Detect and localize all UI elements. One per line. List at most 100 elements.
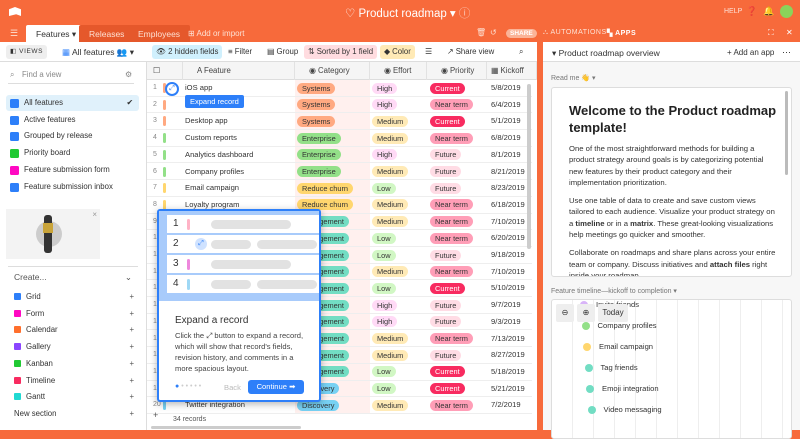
back-button[interactable]: Back — [224, 383, 241, 392]
continue-button[interactable]: Continue ➡ — [248, 380, 304, 394]
column-priority[interactable]: ◉ Priority — [427, 62, 487, 80]
readme-scrollbar[interactable] — [785, 91, 788, 175]
kickoff-cell[interactable]: 8/27/2019 — [491, 347, 525, 363]
effort-cell[interactable]: High — [372, 314, 398, 330]
priority-cell[interactable]: Future — [430, 347, 462, 363]
timeline-item[interactable]: Email campaign — [583, 341, 653, 353]
add-record-button[interactable]: + — [153, 410, 158, 420]
category-cell[interactable]: Enterprise — [297, 147, 341, 163]
create-view-grid[interactable]: Grid + — [14, 290, 134, 304]
more-icon[interactable]: ⋯ — [782, 47, 791, 58]
share-view-button[interactable]: ↗ Share view — [443, 45, 498, 59]
priority-cell[interactable]: Future — [430, 247, 462, 263]
effort-cell[interactable]: Low — [372, 180, 396, 196]
color-button[interactable]: ◆ Color — [380, 45, 415, 59]
kickoff-cell[interactable]: 5/21/2019 — [491, 381, 525, 397]
effort-cell[interactable]: Low — [372, 230, 396, 246]
priority-cell[interactable]: Near term — [430, 397, 473, 413]
effort-cell[interactable]: Medium — [372, 331, 409, 347]
column-category[interactable]: ◉ Category — [295, 62, 370, 80]
add-import-button[interactable]: ⊞ Add or import — [188, 29, 245, 38]
priority-cell[interactable]: Future — [430, 180, 462, 196]
create-view-gantt[interactable]: Gantt + — [14, 390, 134, 404]
feature-cell[interactable]: Desktop app — [185, 113, 293, 129]
effort-cell[interactable]: Medium — [372, 164, 409, 180]
priority-cell[interactable]: Near term — [430, 214, 473, 230]
timeline-item[interactable]: Tag friends — [584, 362, 638, 374]
effort-cell[interactable]: Medium — [372, 130, 409, 146]
kickoff-cell[interactable]: 6/18/2019 — [491, 197, 525, 213]
sidebar-view-item[interactable]: Priority board — [6, 145, 139, 161]
vertical-scrollbar[interactable] — [527, 84, 531, 249]
view-switcher[interactable]: ▦ All features 👥 ▾ — [58, 45, 138, 59]
tab-employees[interactable]: Employees — [128, 25, 191, 43]
priority-cell[interactable]: Future — [430, 164, 462, 180]
effort-cell[interactable]: High — [372, 147, 398, 163]
share-button[interactable]: SHARE — [506, 29, 537, 38]
expand-record-icon[interactable]: ⤢ — [165, 82, 179, 96]
help-icon[interactable]: ❓ — [746, 6, 757, 17]
sidebar-view-item[interactable]: All features ✔ — [6, 95, 139, 111]
effort-cell[interactable]: High — [372, 80, 398, 96]
kickoff-cell[interactable]: 9/3/2019 — [491, 314, 521, 330]
kickoff-cell[interactable]: 7/13/2019 — [491, 331, 525, 347]
priority-cell[interactable]: Current — [430, 364, 465, 380]
feature-cell[interactable]: iOS app — [185, 80, 293, 96]
trash-icon[interactable]: 🗑 — [476, 28, 486, 37]
priority-cell[interactable]: Current — [430, 80, 465, 96]
column-effort[interactable]: ◉ Effort — [370, 62, 427, 80]
horizontal-scrollbar[interactable] — [151, 426, 301, 429]
kickoff-cell[interactable]: 6/4/2019 — [491, 97, 521, 113]
category-cell[interactable]: Reduce churn — [297, 180, 354, 196]
automations-button[interactable]: ⛬ AUTOMATIONS — [543, 29, 607, 37]
tab-releases[interactable]: Releases — [79, 25, 135, 43]
feature-cell[interactable]: Email campaign — [185, 180, 293, 196]
effort-cell[interactable]: Medium — [372, 197, 409, 213]
sidebar-view-item[interactable]: Active features — [6, 112, 139, 128]
select-all-checkbox[interactable]: ☐ — [147, 62, 183, 80]
feature-cell[interactable]: Company profiles — [185, 164, 293, 180]
menu-icon[interactable]: ☰ — [10, 28, 18, 39]
views-toggle[interactable]: ◧ VIEWS — [6, 45, 48, 59]
priority-cell[interactable]: Current — [430, 113, 465, 129]
effort-cell[interactable]: Low — [372, 280, 396, 296]
row-height-icon[interactable]: ☰ — [421, 45, 436, 59]
effort-cell[interactable]: Medium — [372, 113, 409, 129]
priority-cell[interactable]: Near term — [430, 97, 473, 113]
filter-button[interactable]: ≡ Filter — [224, 45, 256, 59]
effort-cell[interactable]: High — [372, 97, 398, 113]
feature-cell[interactable]: Analytics dashboard — [185, 147, 293, 163]
timeline-item[interactable]: Emoji integration — [586, 383, 659, 395]
search-icon[interactable]: ⌕ — [515, 45, 527, 59]
help-link[interactable]: HELP — [724, 8, 742, 15]
effort-cell[interactable]: Medium — [372, 264, 409, 280]
airtable-logo-icon[interactable] — [9, 7, 21, 16]
create-view-kanban[interactable]: Kanban + — [14, 357, 134, 371]
sidebar-view-item[interactable]: Grouped by release — [6, 128, 139, 144]
kickoff-cell[interactable]: 8/21/2019 — [491, 164, 525, 180]
category-cell[interactable]: Enterprise — [297, 130, 341, 146]
kickoff-cell[interactable]: 7/2/2019 — [491, 397, 521, 413]
kickoff-cell[interactable]: 7/10/2019 — [491, 214, 525, 230]
category-cell[interactable]: Enterprise — [297, 164, 341, 180]
bell-icon[interactable]: 🔔 — [763, 6, 774, 17]
effort-cell[interactable]: Low — [372, 247, 396, 263]
priority-cell[interactable]: Future — [430, 297, 462, 313]
column-kickoff[interactable]: ▦ Kickoff — [487, 62, 537, 80]
timeline-label[interactable]: Feature timeline—kickoff to completion ▾ — [551, 287, 677, 295]
avatar[interactable] — [780, 5, 793, 18]
priority-cell[interactable]: Future — [430, 147, 462, 163]
priority-cell[interactable]: Near term — [430, 331, 473, 347]
dashboard-title[interactable]: ▾ Product roadmap overview — [552, 48, 660, 59]
find-view-input[interactable]: ⌕ Find a view ⚙ — [8, 70, 134, 84]
kickoff-cell[interactable]: 5/18/2019 — [491, 364, 525, 380]
effort-cell[interactable]: High — [372, 297, 398, 313]
kickoff-cell[interactable]: 5/1/2019 — [491, 113, 521, 129]
create-view-calendar[interactable]: Calendar + — [14, 323, 134, 337]
gear-icon[interactable]: ⚙ — [125, 70, 132, 79]
column-feature[interactable]: A Feature — [183, 62, 295, 80]
tab-features[interactable]: Features ▾ — [26, 25, 87, 43]
kickoff-cell[interactable]: 8/23/2019 — [491, 180, 525, 196]
category-cell[interactable]: Systems — [297, 113, 336, 129]
add-app-button[interactable]: + Add an app — [727, 48, 774, 57]
